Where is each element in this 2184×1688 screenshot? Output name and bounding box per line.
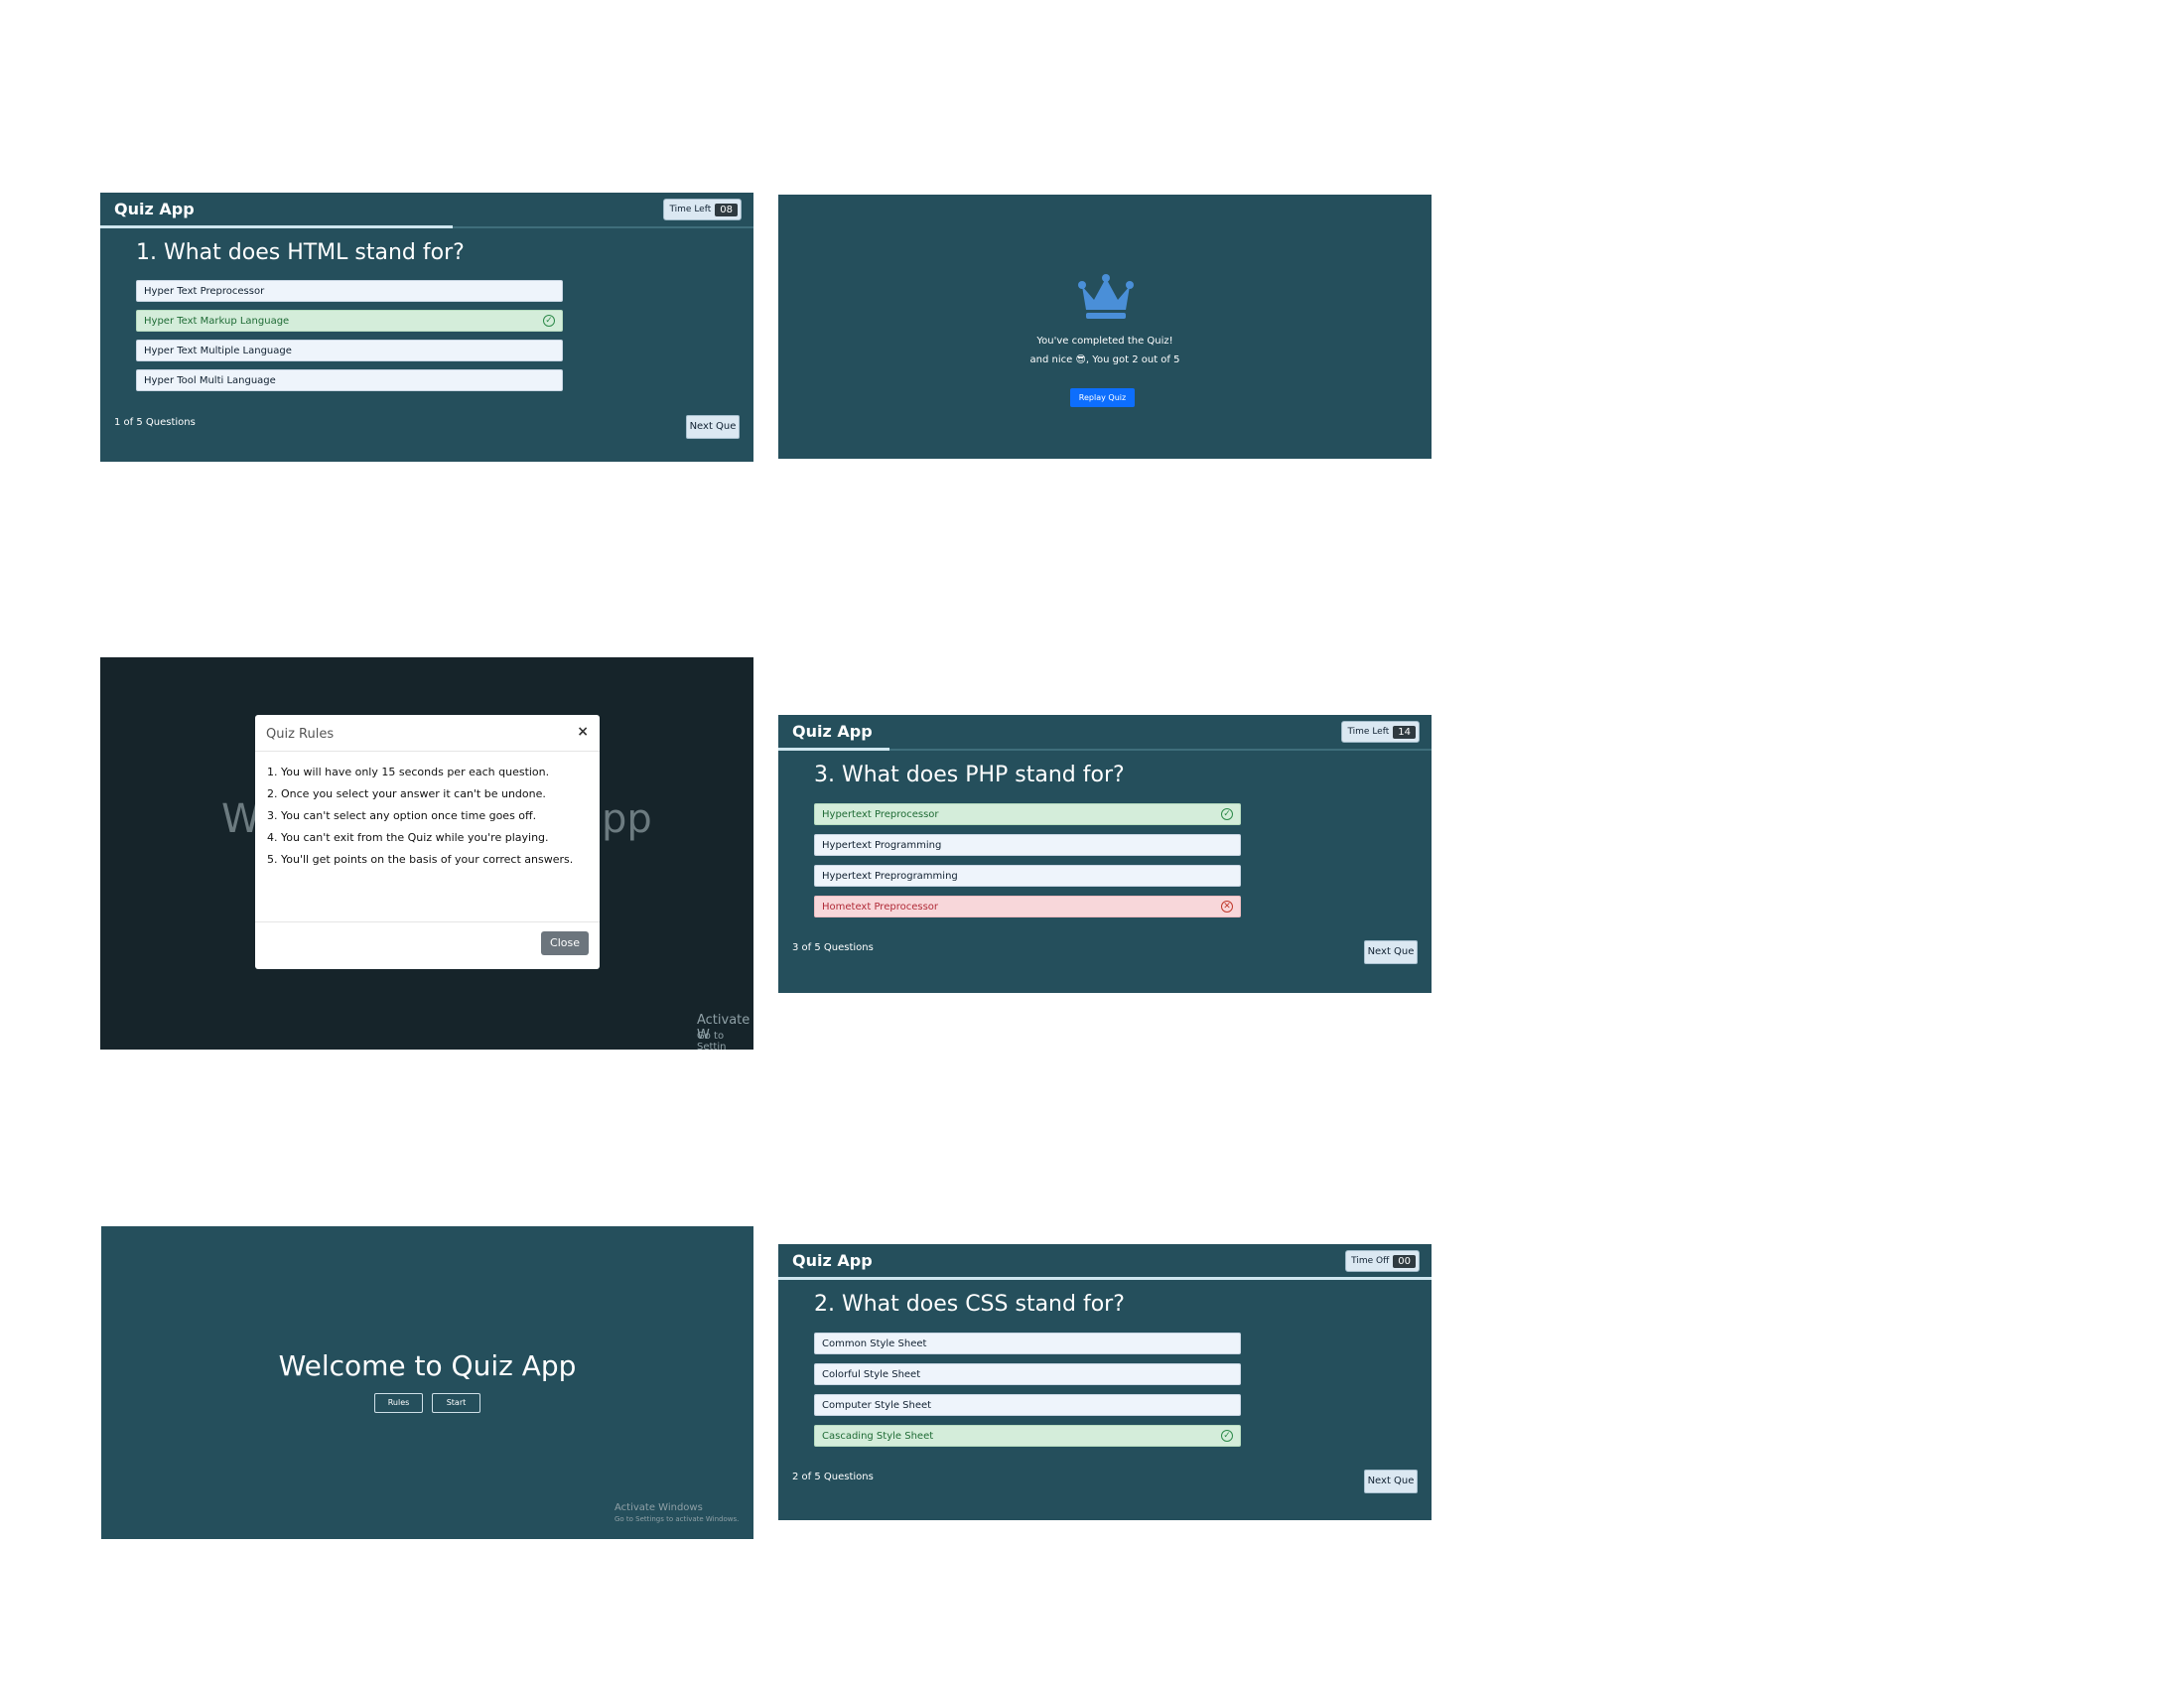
option-3[interactable]: Hypertext Preprogramming (814, 865, 1241, 887)
quiz-panel-q2: Quiz App Time Off 00 2. What does CSS st… (778, 1244, 1432, 1520)
timer-label: Time Left (669, 205, 712, 214)
option-3[interactable]: Hyper Text Multiple Language (136, 340, 563, 361)
rule-item: You will have only 15 seconds per each q… (281, 765, 579, 779)
option-label: Cascading Style Sheet (822, 1431, 934, 1442)
question-text: 1. What does HTML stand for? (136, 240, 465, 265)
option-label: Hypertext Preprocessor (822, 809, 939, 820)
timer-box: Time Off 00 (1345, 1250, 1420, 1272)
modal-header: Quiz Rules × (255, 715, 600, 752)
timer-seconds: 14 (1393, 725, 1416, 739)
close-button[interactable]: Close (541, 931, 589, 955)
next-question-button[interactable]: Next Que (1364, 1470, 1418, 1493)
option-1[interactable]: Common Style Sheet (814, 1333, 1241, 1354)
question-text: 3. What does PHP stand for? (814, 763, 1125, 787)
timer-seconds: 08 (715, 203, 738, 216)
option-2[interactable]: Colorful Style Sheet (814, 1363, 1241, 1385)
option-1[interactable]: Hyper Text Preprocessor (136, 280, 563, 302)
option-label: Common Style Sheet (822, 1338, 927, 1349)
time-progress-line (778, 1277, 1432, 1280)
option-4[interactable]: Hyper Tool Multi Language (136, 369, 563, 391)
welcome-panel: Welcome to Quiz App Rules Start Activate… (101, 1226, 753, 1539)
option-4[interactable]: Hometext Preprocessor ✕ (814, 896, 1241, 917)
option-label: Hyper Text Markup Language (144, 316, 290, 327)
check-icon: ✓ (1221, 808, 1233, 820)
check-icon: ✓ (1221, 1430, 1233, 1442)
option-label: Hyper Tool Multi Language (144, 375, 276, 386)
rule-item: Once you select your answer it can't be … (281, 786, 579, 801)
option-1[interactable]: Hypertext Preprocessor ✓ (814, 803, 1241, 825)
timer-seconds: 00 (1393, 1254, 1416, 1268)
check-icon: ✓ (543, 315, 555, 327)
rule-item: You can't exit from the Quiz while you'r… (281, 830, 579, 845)
replay-quiz-button[interactable]: Replay Quiz (1070, 388, 1135, 407)
question-counter: 1 of 5 Questions (114, 417, 196, 428)
rule-item: You can't select any option once time go… (281, 808, 579, 823)
option-2[interactable]: Hypertext Programming (814, 834, 1241, 856)
cross-icon: ✕ (1221, 901, 1233, 913)
app-title: Quiz App (792, 1251, 873, 1270)
activate-windows-hint: Go to Settin (697, 1031, 727, 1050)
rule-item: You'll get points on the basis of your c… (281, 852, 579, 867)
result-line-2: and nice 😎, You got 2 out of 5 (1029, 354, 1180, 365)
timer-box: Time Left 14 (1341, 721, 1420, 743)
modal-footer-divider (255, 921, 600, 922)
option-4[interactable]: Cascading Style Sheet ✓ (814, 1425, 1241, 1447)
activate-windows-hint: Go to Settings to activate Windows. (614, 1515, 740, 1523)
next-question-button[interactable]: Next Que (1364, 940, 1418, 964)
rules-list: You will have only 15 seconds per each q… (261, 765, 579, 874)
quiz-header: Quiz App Time Left 14 (778, 715, 1432, 751)
quiz-panel-q1: Quiz App Time Left 08 1. What does HTML … (100, 193, 753, 462)
background-title-fragment: pp (602, 796, 652, 842)
option-label: Hypertext Preprogramming (822, 871, 958, 882)
modal-title: Quiz Rules (266, 727, 335, 742)
app-title: Quiz App (114, 200, 195, 218)
welcome-title: Welcome to Quiz App (278, 1349, 577, 1382)
timer-label: Time Off (1351, 1256, 1390, 1266)
question-counter: 2 of 5 Questions (792, 1472, 874, 1482)
timer-box: Time Left 08 (663, 199, 742, 220)
option-3[interactable]: Computer Style Sheet (814, 1394, 1241, 1416)
option-label: Hometext Preprocessor (822, 902, 939, 913)
option-label: Colorful Style Sheet (822, 1369, 921, 1380)
option-label: Hyper Text Multiple Language (144, 346, 292, 356)
result-panel: You've completed the Quiz! and nice 😎, Y… (778, 195, 1432, 459)
start-button[interactable]: Start (432, 1393, 480, 1413)
timer-label: Time Left (1347, 727, 1390, 737)
option-label: Hyper Text Preprocessor (144, 286, 265, 297)
rules-panel: W pp Quiz Rules × You will have only 15 … (100, 657, 753, 1050)
quiz-panel-q3: Quiz App Time Left 14 3. What does PHP s… (778, 715, 1432, 993)
option-2[interactable]: Hyper Text Markup Language ✓ (136, 310, 563, 332)
rules-button[interactable]: Rules (374, 1393, 423, 1413)
question-counter: 3 of 5 Questions (792, 942, 874, 953)
close-icon[interactable]: × (577, 724, 589, 740)
next-question-button[interactable]: Next Que (686, 415, 740, 439)
quiz-header: Quiz App Time Off 00 (778, 1244, 1432, 1280)
time-progress-line (778, 748, 889, 751)
option-label: Hypertext Programming (822, 840, 942, 851)
time-progress-line (100, 225, 453, 228)
option-label: Computer Style Sheet (822, 1400, 932, 1411)
crown-icon (1078, 274, 1134, 319)
question-text: 2. What does CSS stand for? (814, 1292, 1125, 1317)
app-title: Quiz App (792, 722, 873, 741)
rules-modal: Quiz Rules × You will have only 15 secon… (255, 715, 600, 969)
result-line-1: You've completed the Quiz! (1036, 336, 1173, 347)
quiz-header: Quiz App Time Left 08 (100, 193, 753, 228)
activate-windows-title: Activate Windows (614, 1502, 703, 1513)
